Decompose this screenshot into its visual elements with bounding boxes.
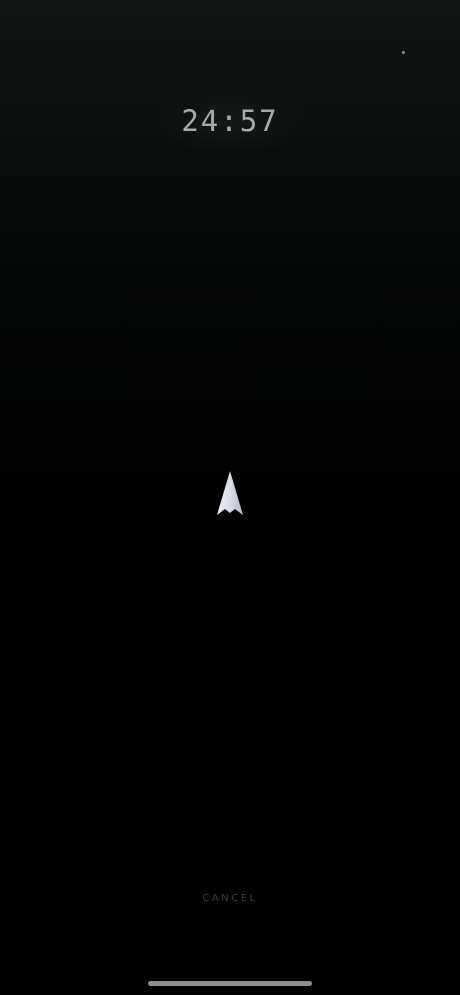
home-indicator[interactable] <box>148 981 312 986</box>
focus-session-screen: 24:57 CANCEL <box>0 0 460 995</box>
cancel-button[interactable]: CANCEL <box>180 888 280 910</box>
countdown-timer: 24:57 <box>181 104 279 138</box>
ship-icon <box>213 469 247 519</box>
status-dot <box>402 51 405 54</box>
